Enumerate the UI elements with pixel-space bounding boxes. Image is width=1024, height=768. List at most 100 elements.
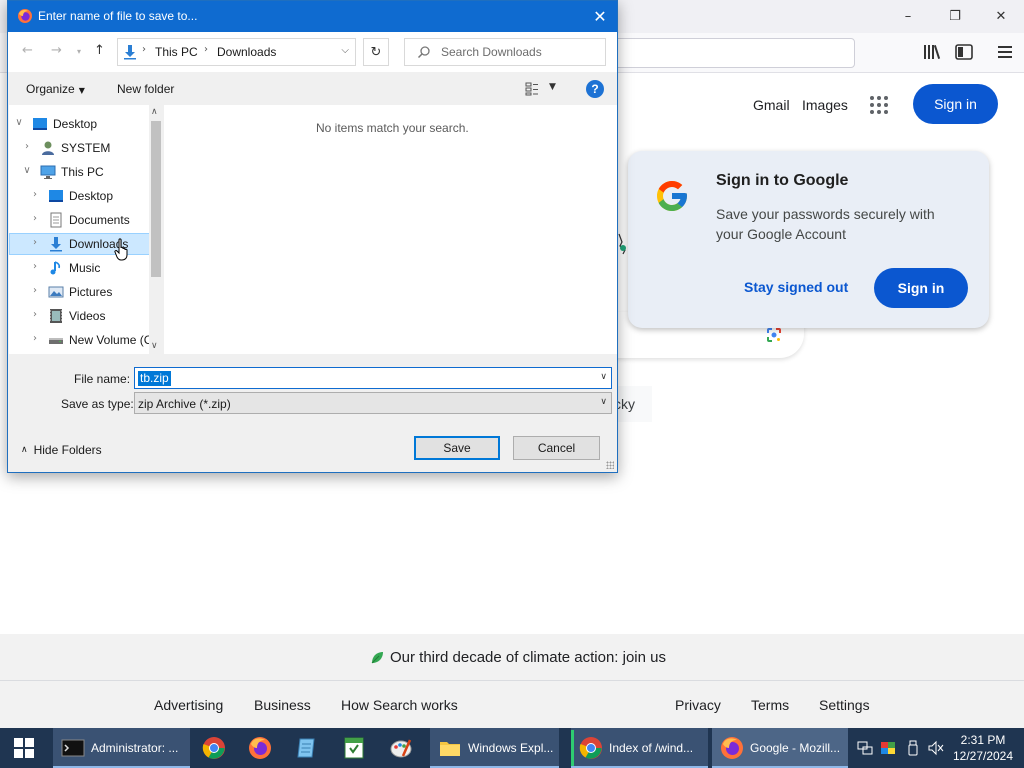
taskbar-label: Google - Mozill... bbox=[750, 741, 841, 755]
taskbar-terminal[interactable]: Administrator: ... bbox=[53, 728, 190, 768]
tree-item-this-pc[interactable]: ∨ This PC bbox=[9, 161, 155, 183]
recent-locations-icon[interactable]: ▾ bbox=[77, 47, 81, 56]
address-bar[interactable]: › This PC › Downloads ⌵ bbox=[117, 38, 356, 66]
taskbar-notepad-pinned[interactable] bbox=[287, 728, 331, 768]
terms-link[interactable]: Terms bbox=[751, 697, 789, 713]
chevron-down-icon[interactable]: ∨ bbox=[600, 372, 607, 382]
cancel-button[interactable]: Cancel bbox=[513, 436, 600, 460]
how-search-works-link[interactable]: How Search works bbox=[341, 697, 458, 713]
scrollbar-thumb[interactable] bbox=[151, 121, 161, 277]
taskbar-firefox-pinned[interactable] bbox=[240, 728, 284, 768]
file-name-label: File name: bbox=[74, 372, 131, 386]
address-downloads[interactable]: Downloads bbox=[217, 45, 276, 59]
scroll-down-icon[interactable]: ∨ bbox=[151, 341, 158, 351]
taskbar-paint-pinned[interactable] bbox=[381, 728, 425, 768]
privacy-link[interactable]: Privacy bbox=[675, 697, 721, 713]
search-icon bbox=[417, 46, 430, 59]
stay-signed-out-button[interactable]: Stay signed out bbox=[744, 279, 848, 295]
google-apps-icon[interactable] bbox=[870, 96, 888, 114]
tree-item-desktop[interactable]: › Desktop bbox=[9, 185, 155, 207]
chevron-up-icon: ∧ bbox=[21, 445, 28, 455]
new-folder-button[interactable]: New folder bbox=[117, 82, 174, 96]
address-dropdown-icon[interactable]: ⌵ bbox=[341, 45, 349, 56]
group-marker bbox=[571, 730, 574, 766]
scroll-up-icon[interactable]: ∧ bbox=[151, 107, 158, 117]
library-icon[interactable] bbox=[919, 39, 945, 65]
tree-item-pictures[interactable]: › Pictures bbox=[9, 281, 155, 303]
images-link[interactable]: Images bbox=[802, 97, 848, 113]
organize-menu[interactable]: Organize ▼ bbox=[26, 82, 85, 96]
file-name-field[interactable]: tb.zip ∨ bbox=[134, 367, 612, 389]
chevron-right-icon[interactable]: › bbox=[30, 213, 40, 224]
dialog-titlebar[interactable]: Enter name of file to save to... ✕ bbox=[8, 1, 617, 32]
sidebar-icon[interactable] bbox=[951, 39, 977, 65]
chevron-down-icon[interactable]: ∨ bbox=[600, 397, 607, 407]
menu-icon[interactable] bbox=[992, 39, 1018, 65]
file-name-value[interactable]: tb.zip bbox=[138, 371, 171, 386]
drive-icon bbox=[49, 338, 63, 344]
minimize-icon[interactable]: – bbox=[885, 0, 931, 33]
usb-drive-icon[interactable] bbox=[905, 740, 921, 756]
settings-link[interactable]: Settings bbox=[819, 697, 870, 713]
search-downloads-field[interactable] bbox=[404, 38, 606, 66]
up-arrow-icon[interactable]: ↑ bbox=[94, 43, 105, 58]
help-icon[interactable]: ? bbox=[586, 80, 604, 98]
taskbar-chrome-window[interactable]: Index of /wind... bbox=[571, 728, 708, 768]
address-this-pc[interactable]: This PC bbox=[155, 45, 198, 59]
tree-item-desktop-root[interactable]: ∨ Desktop bbox=[9, 113, 155, 135]
tree-item-system[interactable]: › SYSTEM bbox=[9, 137, 155, 159]
folder-icon bbox=[440, 742, 460, 756]
file-list-pane[interactable]: No items match your search. bbox=[164, 105, 617, 354]
tree-scrollbar[interactable]: ∧ ∨ bbox=[149, 105, 163, 354]
tree-item-downloads[interactable]: › Downloads bbox=[9, 233, 155, 255]
chevron-right-icon[interactable]: › bbox=[30, 285, 40, 296]
chevron-right-icon[interactable]: › bbox=[30, 261, 40, 272]
chevron-right-icon[interactable]: › bbox=[30, 189, 40, 200]
chevron-down-icon[interactable]: ∨ bbox=[14, 117, 24, 128]
forward-arrow-icon[interactable]: → bbox=[51, 43, 62, 58]
downloads-icon bbox=[124, 45, 136, 60]
business-link[interactable]: Business bbox=[254, 697, 311, 713]
network-icon[interactable] bbox=[857, 740, 873, 756]
chevron-right-icon[interactable]: › bbox=[22, 141, 32, 152]
gmail-link[interactable]: Gmail bbox=[753, 97, 790, 113]
taskbar-spreadsheet-pinned[interactable] bbox=[334, 728, 378, 768]
chevron-right-icon[interactable]: › bbox=[30, 237, 40, 248]
view-caret-icon[interactable]: ▼ bbox=[549, 82, 556, 92]
organize-label: Organize bbox=[26, 82, 75, 96]
volume-muted-icon[interactable] bbox=[928, 740, 944, 756]
tree-item-documents[interactable]: › Documents bbox=[9, 209, 155, 231]
search-input[interactable] bbox=[441, 44, 601, 60]
prompt-sign-in-button[interactable]: Sign in bbox=[874, 268, 968, 308]
taskbar-windows-explorer[interactable]: Windows Expl... bbox=[430, 728, 559, 768]
display-icon[interactable] bbox=[880, 740, 896, 756]
google-lens-icon[interactable] bbox=[766, 327, 782, 343]
resize-grip[interactable] bbox=[606, 461, 614, 469]
save-button[interactable]: Save bbox=[414, 436, 500, 460]
notepad-icon bbox=[297, 738, 315, 758]
view-options-icon[interactable] bbox=[525, 82, 539, 96]
back-arrow-icon[interactable]: ← bbox=[22, 43, 33, 58]
tree-item-videos[interactable]: › Videos bbox=[9, 305, 155, 327]
refresh-icon[interactable]: ↻ bbox=[363, 38, 389, 66]
chevron-right-icon[interactable]: › bbox=[30, 333, 40, 344]
restore-icon[interactable]: ❐ bbox=[932, 0, 978, 33]
save-type-select[interactable]: zip Archive (*.zip) ∨ bbox=[134, 392, 612, 414]
header-sign-in-button[interactable]: Sign in bbox=[913, 84, 998, 124]
taskbar-firefox-window[interactable]: Google - Mozill... bbox=[712, 728, 848, 768]
url-bar[interactable] bbox=[600, 38, 855, 68]
climate-link[interactable]: Our third decade of climate action: join… bbox=[370, 649, 666, 666]
close-window-icon[interactable]: ✕ bbox=[978, 0, 1024, 33]
system-clock[interactable]: 2:31 PM 12/27/2024 bbox=[948, 732, 1018, 764]
leaf-icon bbox=[371, 651, 383, 663]
taskbar-chrome-pinned[interactable] bbox=[194, 728, 238, 768]
dialog-close-icon[interactable]: ✕ bbox=[589, 5, 611, 27]
chevron-right-icon[interactable]: › bbox=[30, 309, 40, 320]
tree-item-music[interactable]: › Music bbox=[9, 257, 155, 279]
advertising-link[interactable]: Advertising bbox=[154, 697, 223, 713]
hide-folders-button[interactable]: ∧ Hide Folders bbox=[21, 443, 102, 457]
start-button[interactable] bbox=[0, 728, 48, 768]
tree-label: Music bbox=[69, 261, 101, 275]
tree-item-new-volume[interactable]: › New Volume (C bbox=[9, 329, 155, 351]
chevron-down-icon[interactable]: ∨ bbox=[22, 165, 32, 176]
